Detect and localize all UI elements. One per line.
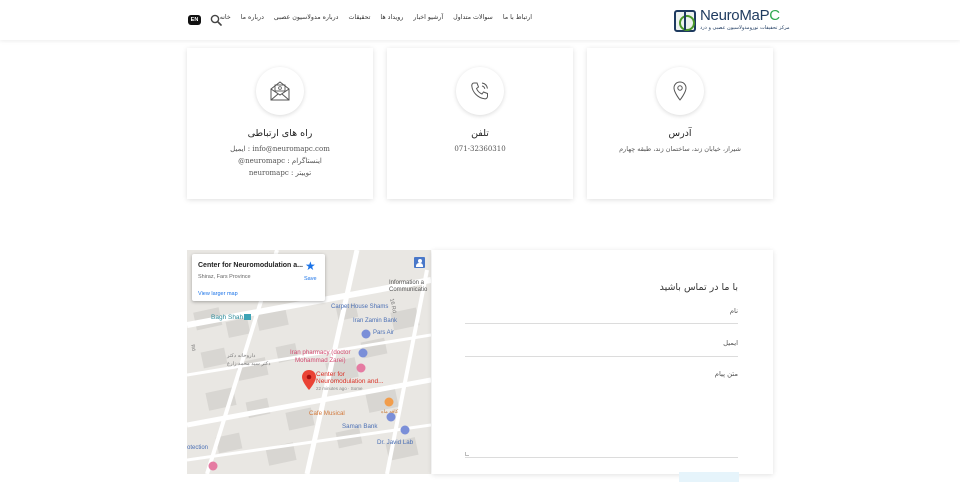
message-field-label: متن پیام — [714, 370, 738, 378]
card-title: آدرس — [668, 128, 692, 139]
message-textarea[interactable] — [465, 457, 738, 458]
map-label-cafe-fa: کافه ماه — [381, 409, 399, 415]
map-label-iran-zamin-bank: Iran Zamin Bank — [353, 318, 398, 324]
envelope-icon — [270, 81, 290, 101]
map-label-pharmacy-1: Iran pharmacy (doctor — [290, 349, 351, 356]
map-place-card: Center for Neuromodulation a... Shiraz, … — [192, 254, 325, 301]
phone-icon — [471, 82, 488, 100]
language-switch-button[interactable]: EN — [188, 15, 201, 25]
email-line[interactable]: info@neuromapc.com : ایمیل — [187, 145, 373, 153]
icon-circle — [456, 67, 504, 115]
email-field-label: ایمیل — [723, 339, 738, 347]
map-label-info-2: Communicatio — [389, 287, 428, 293]
map-label-pharmacy-fa-1: داروخانه دکتر — [227, 353, 256, 359]
nav-item-news-archive[interactable]: آرشیو اخبار — [413, 14, 443, 21]
map-label-center-2: Neuromodulation and... — [316, 378, 384, 385]
main-nav: خانه درباره ما درباره مدولاسیون عصبی تحق… — [220, 14, 532, 21]
nav-item-about-neuromodulation[interactable]: درباره مدولاسیون عصبی — [274, 14, 339, 21]
icon-circle — [656, 67, 704, 115]
cafe-poi-icon — [384, 397, 394, 407]
map-label-pharmacy-2: Mohammad Zarei) — [295, 357, 346, 364]
contact-methods-card: راه های ارتباطی info@neuromapc.com : ایم… — [187, 48, 373, 199]
map-label-bagh-shah: Bagh Shah — [211, 314, 244, 321]
lab-poi-icon — [400, 425, 410, 435]
nav-item-faq[interactable]: سوالات متداول — [453, 14, 493, 21]
form-title: با ما در تماس باشید — [659, 282, 738, 293]
save-button[interactable]: Save — [304, 276, 317, 282]
address-card: آدرس شیراز، خیابان زند، ساختمان زند، طبق… — [587, 48, 773, 199]
logo-text: NeuroMaPC — [700, 7, 780, 24]
name-input[interactable] — [465, 323, 738, 324]
map-label-cafe-musical: Cafe Musical — [309, 410, 345, 417]
name-field-label: نام — [729, 307, 738, 315]
site-logo[interactable]: NeuroMaPC مرکز تحقیقات نورومدولاسیون عصب… — [674, 7, 790, 33]
contact-form: با ما در تماس باشید نام ایمیل متن پیام — [432, 250, 773, 482]
place-title[interactable]: Center for Neuromodulation a... — [198, 262, 303, 269]
map-label-saman-bank: Saman Bank — [342, 423, 378, 430]
map-label-info-1: Information a — [389, 280, 425, 286]
card-title: تلفن — [471, 128, 489, 139]
twitter-line[interactable]: توییتر : neuromapc — [187, 169, 373, 177]
medical-poi-icon — [208, 461, 218, 471]
nav-item-events[interactable]: رویداد ها — [380, 14, 403, 21]
star-icon[interactable]: ★ — [305, 260, 316, 272]
pharmacy-poi-icon — [356, 363, 366, 373]
site-header: NeuroMaPC مرکز تحقیقات نورومدولاسیون عصب… — [0, 0, 960, 40]
map-label-carpet-house: Carpet House Shams — [331, 304, 389, 310]
search-icon[interactable] — [210, 14, 222, 26]
map-label-pharmacy-fa-2: دکتر سید محمد زارع — [227, 361, 271, 367]
brain-logo-icon — [674, 10, 696, 32]
bank-poi-icon — [361, 329, 371, 339]
address-line: شیراز، خیابان زند، ساختمان زند، طبقه چها… — [619, 145, 741, 153]
phone-card: تلفن 071-32360310 — [387, 48, 573, 199]
nav-item-research[interactable]: تحقیقات — [348, 14, 370, 21]
pegman-icon[interactable] — [414, 257, 425, 268]
phone-number[interactable]: 071-32360310 — [387, 145, 573, 153]
nav-item-contact[interactable]: ارتباط با ما — [503, 14, 532, 21]
icon-circle — [256, 67, 304, 115]
logo-subtitle: مرکز تحقیقات نورومدولاسیون عصبی و درد — [700, 25, 790, 31]
map-label-protection: otection — [187, 445, 209, 451]
park-poi-icon — [244, 314, 251, 320]
resize-handle[interactable] — [465, 452, 469, 456]
map-label-pars-air: Pars Air — [373, 330, 395, 336]
nav-item-about[interactable]: درباره ما — [241, 14, 264, 21]
airline-poi-icon — [358, 348, 368, 358]
embedded-map[interactable]: Center for Neuromodulation a... Shiraz, … — [187, 250, 431, 474]
map-label-center-1: Center for — [316, 371, 345, 378]
view-larger-map-link[interactable]: View larger map — [198, 291, 238, 297]
map-label-road-left: Rd — [189, 344, 197, 352]
map-label-center-3: 22 minutes ago · Some — [316, 386, 363, 391]
email-input[interactable] — [465, 356, 738, 357]
card-title: راه های ارتباطی — [247, 128, 313, 139]
map-label-javid-lab: Dr. Javid Lab — [377, 439, 414, 446]
location-pin-icon — [673, 81, 687, 101]
instagram-line[interactable]: اینستاگرام : neuromapc@ — [187, 157, 373, 165]
place-subtitle: Shiraz, Fars Province — [198, 274, 251, 280]
